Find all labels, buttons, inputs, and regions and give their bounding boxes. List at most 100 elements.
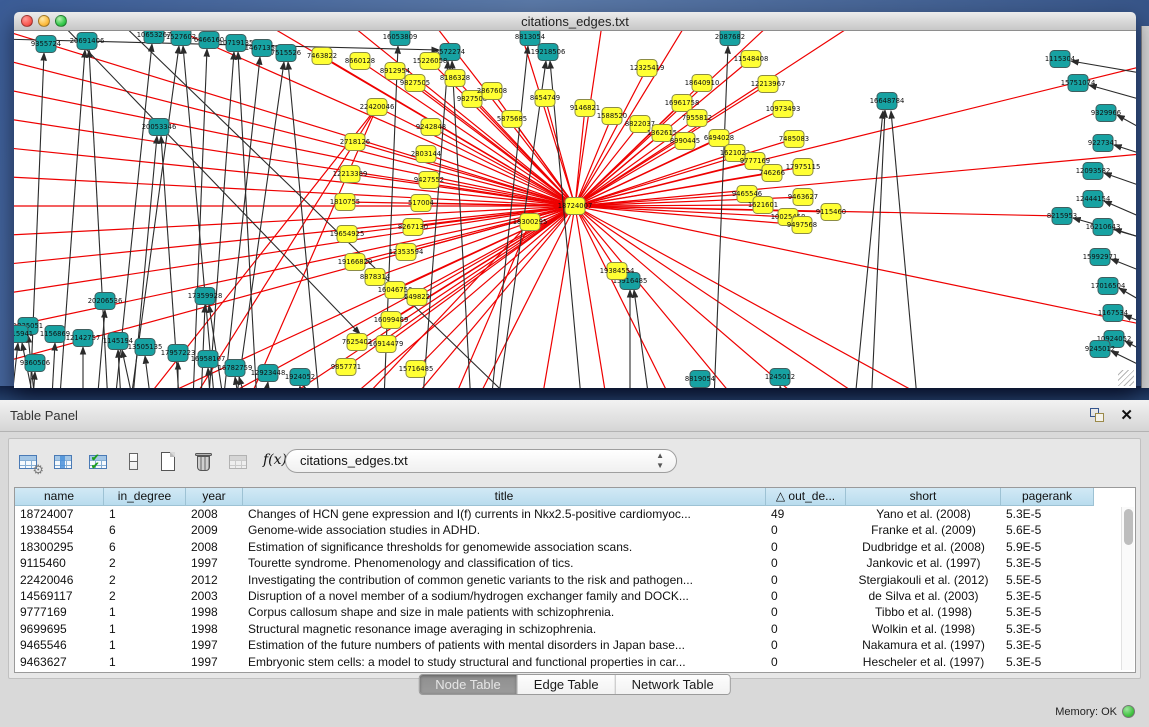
graph-node-yellow[interactable]: 17975115 [786,159,821,176]
window-titlebar[interactable]: citations_edges.txt [14,12,1136,31]
graph-node-yellow[interactable]: 7485083 [779,131,809,148]
graph-node-teal[interactable]: 16648784 [870,93,905,110]
cell-name[interactable]: 19384554 [15,522,104,538]
graph-node-yellow[interactable]: 15716485 [399,361,434,378]
cell-year[interactable]: 1998 [186,621,243,637]
graph-node-yellow[interactable]: 1588520 [597,108,627,125]
table-row[interactable]: 1830029562008Estimation of significance … [15,539,1135,555]
cell-title[interactable]: Corpus callosum shape and size in male p… [243,604,766,620]
cell-short[interactable]: Tibbo et al. (1998) [846,604,1001,620]
graph-node-teal[interactable]: 8819054 [685,371,715,388]
table-row[interactable]: 946554611997Estimation of the future num… [15,637,1135,653]
cell-pagerank[interactable]: 5.9E-5 [1001,539,1094,555]
cell-year[interactable]: 1997 [186,555,243,571]
cell-year[interactable]: 1997 [186,637,243,653]
cell-title[interactable]: Changes of HCN gene expression and I(f) … [243,506,766,522]
cell-pagerank[interactable]: 5.3E-5 [1001,654,1094,670]
cell-pagerank[interactable]: 5.3E-5 [1001,621,1094,637]
graph-node-yellow[interactable]: 16961758 [665,95,700,112]
tab-network-table[interactable]: Network Table [616,675,730,694]
table-row[interactable]: 969969511998Structural magnetic resonanc… [15,621,1135,637]
cell-year[interactable]: 1997 [186,654,243,670]
cell-title[interactable]: Estimation of the future numbers of pati… [243,637,766,653]
delete-selected-icon[interactable] [191,449,217,475]
graph-node-teal[interactable]: 16053809 [383,31,418,46]
new-table-icon[interactable] [156,449,182,475]
graph-node-yellow[interactable]: 16099489 [374,312,409,329]
graph-node-teal[interactable]: 1245012 [765,369,795,386]
cell-short[interactable]: Yano et al. (2008) [846,506,1001,522]
cell-in_degree[interactable]: 1 [104,637,186,653]
cell-short[interactable]: Franke et al. (2009) [846,522,1001,538]
resize-grip[interactable] [1118,370,1134,386]
graph-node-teal[interactable]: 8215953 [1047,208,1077,225]
cell-out_de[interactable]: 0 [766,588,846,604]
table-selector-dropdown[interactable]: citations_edges.txt ▲▼ [285,449,677,473]
float-window-icon[interactable] [1090,408,1105,423]
table-row[interactable]: 1456911722003Disruption of a novel membe… [15,588,1135,604]
cell-out_de[interactable]: 0 [766,621,846,637]
cell-short[interactable]: de Silva et al. (2003) [846,588,1001,604]
graph-node-yellow[interactable]: 12213967 [751,76,786,93]
graph-node-teal[interactable]: 9329966 [1091,105,1121,122]
close-window-button[interactable] [21,15,33,27]
graph-node-yellow[interactable]: 18640910 [685,75,720,92]
cell-title[interactable]: Genome-wide association studies in ADHD. [243,522,766,538]
cell-short[interactable]: Stergiakouli et al. (2012) [846,572,1001,588]
graph-node-yellow[interactable]: 8660128 [345,53,375,70]
cell-year[interactable]: 2009 [186,522,243,538]
cell-name[interactable]: 9699695 [15,621,104,637]
cell-in_degree[interactable]: 1 [104,621,186,637]
column-header-pagerank[interactable]: pagerank [1001,488,1094,506]
apply-function-icon[interactable]: f(x) [261,449,287,475]
cell-short[interactable]: Nakamura et al. (1997) [846,637,1001,653]
table-row[interactable]: 2242004622012Investigating the contribut… [15,572,1135,588]
graph-node-teal[interactable]: 1115304 [1045,51,1075,68]
cell-out_de[interactable]: 49 [766,506,846,522]
tab-edge-table[interactable]: Edge Table [518,675,616,694]
cell-title[interactable]: Disruption of a novel member of a sodium… [243,588,766,604]
cell-pagerank[interactable]: 5.3E-5 [1001,604,1094,620]
minimize-window-button[interactable] [38,15,50,27]
cell-short[interactable]: Hescheler et al. (1997) [846,654,1001,670]
cell-name[interactable]: 18300295 [15,539,104,555]
cell-short[interactable]: Wolkin et al. (1998) [846,621,1001,637]
column-header-name[interactable]: name [15,488,104,506]
graph-node-teal[interactable]: 2087682 [715,31,745,46]
cell-in_degree[interactable]: 1 [104,506,186,522]
graph-node-yellow[interactable]: 16914479 [369,336,404,353]
cell-pagerank[interactable]: 5.3E-5 [1001,506,1094,522]
cell-title[interactable]: Embryonic stem cells: a model to study s… [243,654,766,670]
cell-pagerank[interactable]: 5.3E-5 [1001,588,1094,604]
cell-name[interactable]: 14569117 [15,588,104,604]
cell-in_degree[interactable]: 1 [104,604,186,620]
table-row[interactable]: 977716911998Corpus callosum shape and si… [15,604,1135,620]
show-column-icon[interactable] [51,449,77,475]
cell-year[interactable]: 2003 [186,588,243,604]
cell-pagerank[interactable]: 5.6E-5 [1001,522,1094,538]
graph-node-teal[interactable]: 17016504 [1091,278,1126,295]
cell-year[interactable]: 1998 [186,604,243,620]
graph-node-yellow[interactable]: 8454749 [530,90,560,107]
cell-year[interactable]: 2008 [186,506,243,522]
graph-node-yellow[interactable]: 8186328 [440,70,470,87]
column-header-in_degree[interactable]: in_degree [104,488,186,506]
graph-node-teal[interactable]: 1167534 [1098,305,1128,322]
cell-pagerank[interactable]: 5.3E-5 [1001,637,1094,653]
cell-name[interactable]: 9465546 [15,637,104,653]
cell-out_de[interactable]: 0 [766,654,846,670]
cell-in_degree[interactable]: 6 [104,522,186,538]
graph-node-teal[interactable]: 16210643 [1086,219,1121,236]
citation-network-graph[interactable]: 9355724206914061065326715276026466160107… [14,31,1136,388]
graph-node-yellow[interactable]: 7955812 [682,110,712,127]
graph-node-teal[interactable]: 1924052 [285,369,315,386]
cell-out_de[interactable]: 0 [766,539,846,555]
close-panel-icon[interactable]: ✕ [1120,406,1133,424]
graph-node-teal[interactable]: 9227341 [1088,135,1118,152]
vertical-scrollbar[interactable] [1121,507,1134,670]
cell-name[interactable]: 18724007 [15,506,104,522]
graph-node-yellow[interactable]: 9857771 [331,359,361,376]
clear-cells-icon[interactable] [121,449,147,475]
graph-node-yellow[interactable]: 549822 [404,289,430,306]
cell-out_de[interactable]: 0 [766,555,846,571]
